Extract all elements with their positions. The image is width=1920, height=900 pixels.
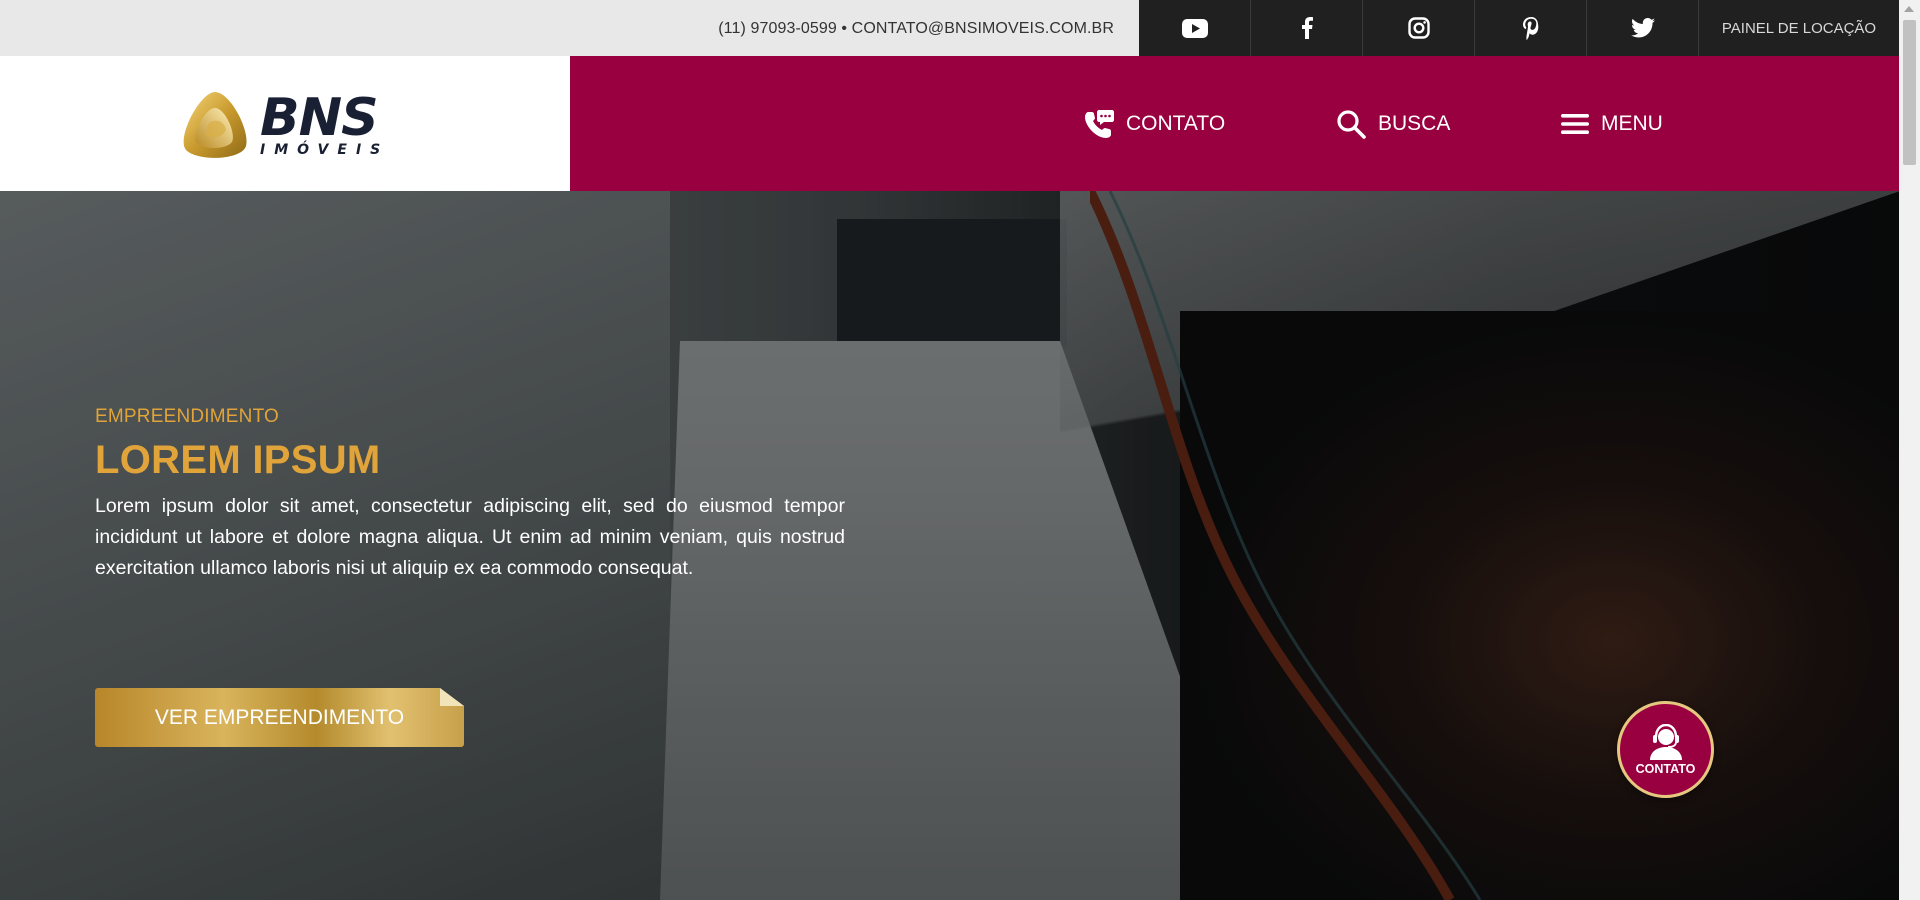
floating-contact-label: CONTATO [1635,761,1696,776]
facebook-icon [1301,17,1313,39]
logo-subtitle: IMÓVEIS [260,142,390,158]
logo-area: BNS IMÓVEIS [0,56,570,191]
page-scrollbar[interactable] [1899,0,1920,900]
nav-menu[interactable]: MENU [1561,56,1663,191]
nav-menu-label: MENU [1601,111,1663,135]
logo-wordmark: BNS [260,88,379,148]
nav-busca-label: BUSCA [1378,111,1451,135]
instagram-link[interactable] [1363,0,1475,56]
instagram-icon [1407,17,1430,39]
search-icon [1337,109,1366,139]
painel-locacao-link[interactable]: PAINEL DE LOCAÇÃO [1699,0,1899,56]
pinterest-link[interactable] [1475,0,1587,56]
site-header: BNS IMÓVEIS CONTATO BUSCA MENU [0,56,1899,191]
top-bar: (11) 97093-0599 • CONTATO@BNSIMOVEIS.COM… [0,0,1899,56]
phone-chat-icon [1085,109,1114,138]
hamburger-icon [1561,113,1589,134]
contact-info[interactable]: (11) 97093-0599 • CONTATO@BNSIMOVEIS.COM… [718,0,1114,56]
twitter-link[interactable] [1587,0,1699,56]
ver-empreendimento-button[interactable]: VER EMPREENDIMENTO [95,688,464,747]
scrollbar-thumb[interactable] [1903,20,1916,165]
nav-contato[interactable]: CONTATO [1084,56,1225,191]
logo-emblem-icon [183,92,247,158]
hero-banner: EMPREENDIMENTO LOREM IPSUM Lorem ipsum d… [0,191,1899,900]
facebook-link[interactable] [1251,0,1363,56]
main-nav: CONTATO BUSCA MENU [570,56,1899,191]
twitter-icon [1630,18,1655,38]
nav-contato-label: CONTATO [1126,111,1226,135]
floating-contact-button[interactable]: CONTATO [1617,701,1714,798]
social-bar: PAINEL DE LOCAÇÃO [1139,0,1899,56]
hero-eyebrow: EMPREENDIMENTO [95,406,280,427]
hero-title: LOREM IPSUM [95,438,381,482]
hero-description: Lorem ipsum dolor sit amet, consectetur … [95,495,845,579]
youtube-icon [1181,18,1208,38]
nav-busca[interactable]: BUSCA [1336,56,1450,191]
logo[interactable]: BNS IMÓVEIS [178,88,393,160]
hero-content: EMPREENDIMENTO LOREM IPSUM Lorem ipsum d… [95,406,845,747]
scroll-up-arrow-icon[interactable] [1904,6,1914,12]
youtube-link[interactable] [1139,0,1251,56]
pinterest-icon [1522,16,1538,40]
headset-agent-icon [1649,723,1682,760]
